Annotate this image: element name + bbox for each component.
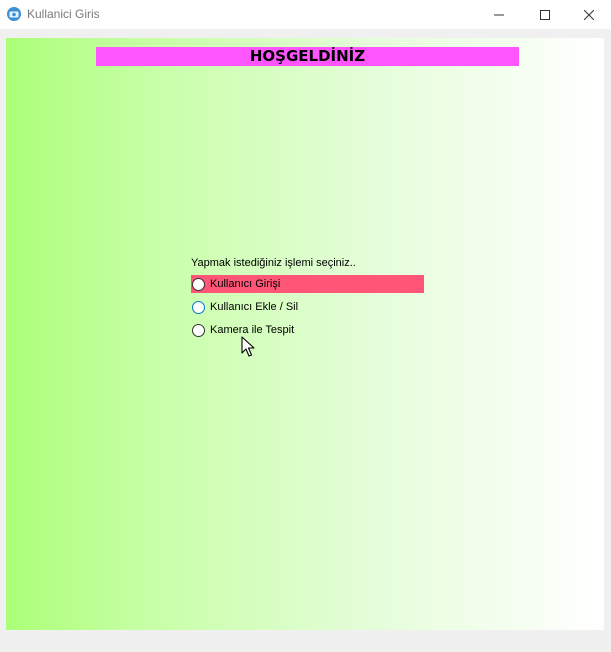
maximize-button[interactable] bbox=[522, 0, 568, 29]
option-camera-detect-label: Kamera ile Tespit bbox=[210, 324, 295, 336]
minimize-button[interactable] bbox=[476, 0, 522, 29]
close-button[interactable] bbox=[566, 0, 611, 29]
close-icon bbox=[584, 9, 594, 20]
mouse-cursor-icon bbox=[241, 336, 255, 357]
option-user-login-label: Kullanıcı Girişi bbox=[210, 278, 281, 290]
minimize-icon bbox=[494, 14, 504, 15]
maximize-icon bbox=[540, 9, 550, 20]
option-user-add-remove[interactable]: Kullanıcı Ekle / Sil bbox=[191, 298, 298, 316]
radio-user-add-remove[interactable] bbox=[192, 300, 205, 314]
welcome-banner: HOŞGELDİNİZ bbox=[96, 47, 519, 66]
window-title: Kullanici Giris bbox=[27, 7, 100, 21]
prompt-label: Yapmak istediğiniz işlemi seçiniz.. bbox=[191, 257, 356, 269]
radio-camera-detect[interactable] bbox=[192, 323, 205, 337]
option-user-login[interactable]: Kullanıcı Girişi bbox=[191, 275, 424, 293]
application-window: Kullanici Giris HOŞGELDİNİZ Yapmak isted… bbox=[0, 0, 611, 652]
app-icon bbox=[7, 7, 21, 21]
title-bar[interactable]: Kullanici Giris bbox=[0, 0, 611, 29]
main-panel: HOŞGELDİNİZ Yapmak istediğiniz işlemi se… bbox=[6, 38, 604, 630]
option-user-add-remove-label: Kullanıcı Ekle / Sil bbox=[210, 301, 299, 313]
radio-user-login[interactable] bbox=[192, 277, 205, 291]
